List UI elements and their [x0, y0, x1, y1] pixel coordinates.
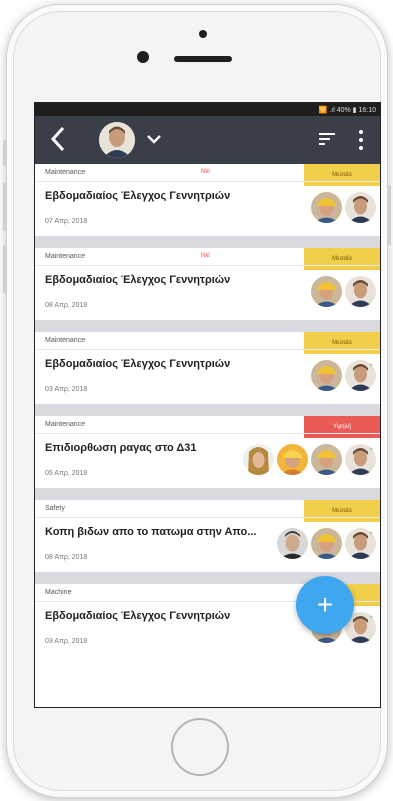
task-title: Επιδιορθωση ραγας στο Δ31 — [45, 442, 197, 454]
assignee-avatar — [345, 360, 376, 391]
priority-badge: Μεσαία — [304, 164, 380, 186]
account-dropdown[interactable] — [147, 128, 161, 149]
assignee-avatar — [243, 444, 274, 475]
add-task-button[interactable]: + — [296, 576, 354, 634]
task-category: Maintenance — [45, 169, 86, 176]
chevron-left-icon — [50, 126, 65, 152]
assignee-avatars — [311, 192, 376, 224]
assignee-avatar — [311, 360, 342, 391]
task-date: 05 Απρ, 2018 — [45, 470, 88, 477]
assignee-avatar — [345, 192, 376, 223]
online-indicator — [370, 445, 375, 450]
assignee-avatar — [311, 276, 342, 307]
task-date: 03 Απρ, 2018 — [45, 638, 88, 645]
task-card[interactable]: Maintenance Υψηλή Επιδιορθωση ραγας στο … — [35, 416, 380, 488]
assignee-avatar — [345, 528, 376, 559]
task-date: 08 Απρ, 2018 — [45, 302, 88, 309]
task-date: 03 Απρ, 2018 — [45, 386, 88, 393]
sort-icon — [319, 133, 335, 145]
assignee-avatars — [311, 360, 376, 392]
task-card[interactable]: Maintenance Nkl Μεσαία Εβδομαδιαίος Έλεγ… — [35, 164, 380, 236]
user-avatar[interactable] — [99, 122, 135, 158]
assignee-avatar — [277, 444, 308, 475]
power-button — [388, 185, 391, 245]
front-camera — [137, 51, 149, 63]
assignee-avatar — [311, 528, 342, 559]
priority-badge: Μεσαία — [304, 500, 380, 522]
assignee-avatar — [311, 444, 342, 475]
assignee-avatar — [277, 528, 308, 559]
task-date: 07 Απρ, 2018 — [45, 218, 88, 225]
task-tag: Nkl — [201, 253, 210, 259]
assignee-avatars — [243, 444, 376, 476]
sort-button[interactable] — [319, 132, 335, 146]
priority-badge: Υψηλή — [304, 416, 380, 438]
task-tag: Nkl — [201, 169, 210, 175]
online-indicator — [370, 361, 375, 366]
assignee-avatar — [345, 276, 376, 307]
task-card[interactable]: Maintenance Nkl Μεσαία Εβδομαδιαίος Έλεγ… — [35, 248, 380, 320]
task-title: Εβδομαδιαίος Έλεγχος Γεννητριών — [45, 190, 231, 202]
online-indicator — [370, 613, 375, 618]
assignee-avatars — [311, 276, 376, 308]
mute-switch — [3, 140, 6, 166]
task-title: Εβδομαδιαίος Έλεγχος Γεννητριών — [45, 358, 231, 370]
task-category: Maintenance — [45, 421, 86, 428]
assignee-avatars — [277, 528, 376, 560]
task-card[interactable]: Maintenance Μεσαία Εβδομαδιαίος Έλεγχος … — [35, 332, 380, 404]
task-title: Εβδομαδιαίος Έλεγχος Γεννητριών — [45, 610, 231, 622]
more-vert-icon — [359, 130, 363, 150]
task-date: 08 Απρ, 2018 — [45, 554, 88, 561]
priority-badge: Μεσαία — [304, 248, 380, 270]
status-text: 🛜 .ıl 40% ▮ 16:10 — [318, 106, 376, 114]
task-card[interactable]: Safety Μεσαία Κοπη βιδων απο το πατωμα σ… — [35, 500, 380, 572]
volume-up-button — [3, 183, 6, 231]
task-category: Safety — [45, 505, 65, 512]
assignee-avatar — [345, 444, 376, 475]
online-indicator — [370, 529, 375, 534]
back-button[interactable] — [50, 126, 65, 157]
earpiece-speaker — [174, 56, 232, 62]
task-title: Κοπη βιδων απο το πατωμα στην Απο... — [45, 526, 257, 538]
task-title: Εβδομαδιαίος Έλεγχος Γεννητριών — [45, 274, 231, 286]
app-bar — [35, 116, 380, 164]
chevron-down-icon — [147, 135, 161, 144]
priority-badge: Μεσαία — [304, 332, 380, 354]
assignee-avatar — [311, 192, 342, 223]
more-options-button[interactable] — [359, 128, 363, 152]
task-category: Maintenance — [45, 253, 86, 260]
plus-icon: + — [316, 589, 334, 620]
task-category: Maintenance — [45, 337, 86, 344]
avatar-photo — [99, 122, 135, 158]
task-category: Machine — [45, 589, 72, 596]
home-button[interactable] — [171, 718, 229, 776]
volume-down-button — [3, 245, 6, 293]
status-bar: 🛜 .ıl 40% ▮ 16:10 — [35, 103, 380, 116]
sensor-dot — [199, 30, 207, 38]
